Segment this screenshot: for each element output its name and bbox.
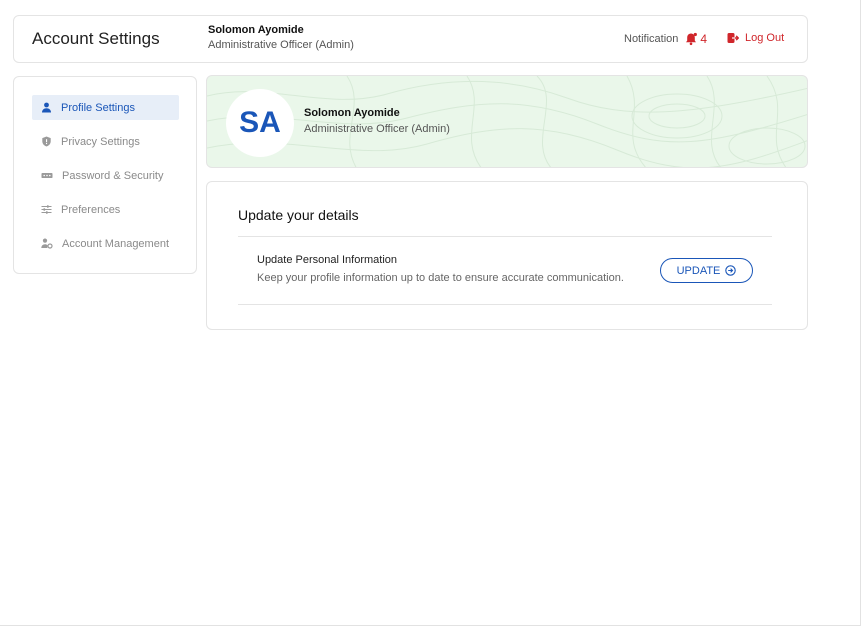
sidebar-item-label: Account Management — [62, 237, 170, 250]
sidebar-item-preferences[interactable]: Preferences — [32, 197, 179, 222]
sidebar-item-account-management[interactable]: Account Management — [32, 231, 179, 256]
arrow-circle-right-icon — [725, 265, 737, 276]
sidebar-item-label: Preferences — [61, 203, 121, 216]
user-icon — [42, 102, 51, 113]
topographic-pattern — [207, 76, 807, 167]
shield-icon — [42, 136, 51, 147]
password-icon — [41, 173, 53, 178]
header-user-name: Solomon Ayomide — [208, 24, 304, 36]
profile-name: Solomon Ayomide — [304, 107, 400, 119]
logout-icon — [727, 33, 739, 43]
header-user-info: Solomon Ayomide Administrative Officer (… — [208, 24, 354, 51]
logout-label: Log Out — [745, 32, 785, 44]
divider — [238, 304, 772, 305]
sidebar-item-password-security[interactable]: Password & Security — [32, 163, 179, 188]
update-details-card: Update your details Update Personal Info… — [206, 181, 808, 330]
notification-button[interactable]: Notification 4 — [624, 32, 707, 46]
divider — [238, 236, 772, 237]
account-manage-icon — [41, 238, 53, 249]
sidebar-item-label: Profile Settings — [61, 101, 135, 114]
sidebar-item-label: Privacy Settings — [61, 135, 140, 148]
profile-role: Administrative Officer (Admin) — [304, 123, 450, 135]
sidebar-item-label: Password & Security — [62, 169, 164, 182]
bell-icon — [684, 32, 698, 46]
notification-label: Notification — [624, 33, 679, 45]
sliders-icon — [41, 205, 52, 214]
update-button-label: UPDATE — [676, 264, 721, 277]
top-header: Account Settings Solomon Ayomide Adminis… — [13, 15, 808, 63]
update-personal-info-description: Keep your profile information up to date… — [257, 272, 624, 284]
update-personal-info-title: Update Personal Information — [257, 254, 398, 266]
page-title: Account Settings — [32, 29, 160, 48]
sidebar-item-privacy-settings[interactable]: Privacy Settings — [32, 129, 179, 154]
header-user-role: Administrative Officer (Admin) — [208, 39, 354, 51]
details-title: Update your details — [238, 207, 359, 223]
sidebar-item-profile-settings[interactable]: Profile Settings — [32, 95, 179, 120]
profile-banner: SA Solomon Ayomide Administrative Office… — [206, 75, 808, 168]
notification-count-badge: 4 — [700, 32, 708, 46]
logout-button[interactable]: Log Out — [727, 32, 784, 44]
settings-sidebar: Profile Settings Privacy Settings Passwo… — [13, 76, 197, 274]
avatar: SA — [226, 89, 294, 157]
update-button[interactable]: UPDATE — [660, 258, 753, 283]
